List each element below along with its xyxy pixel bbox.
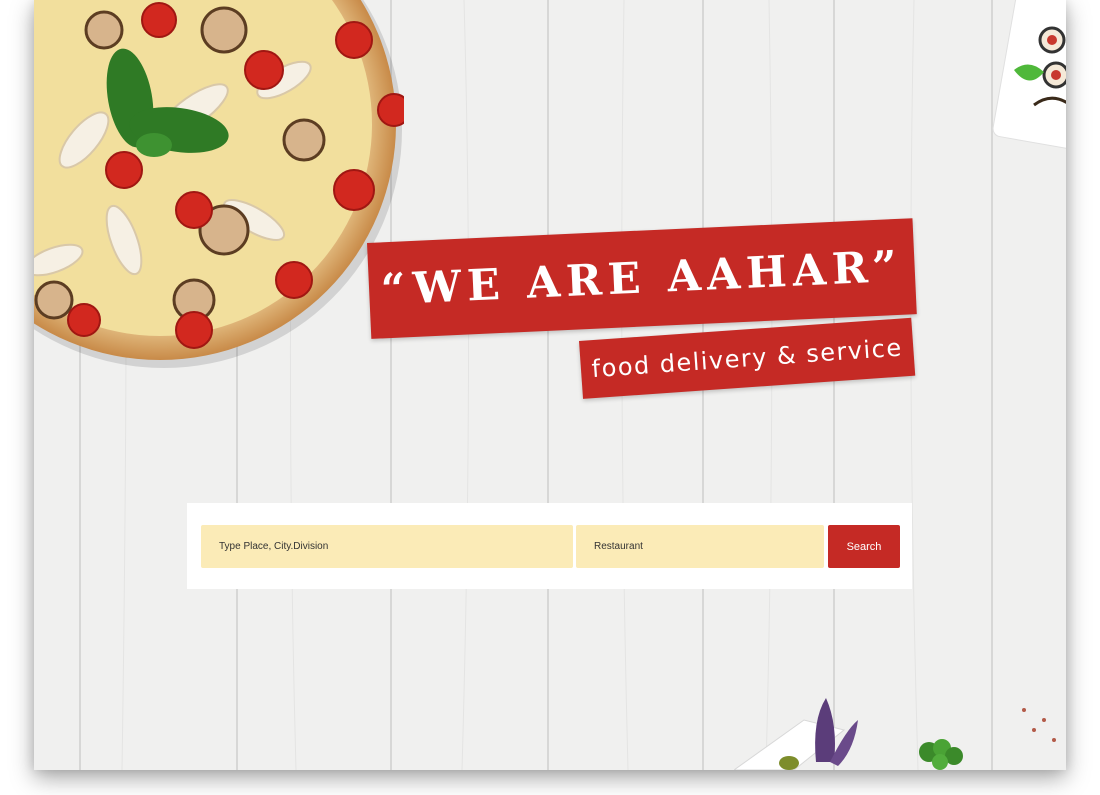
herb-garnish-image: [734, 698, 1056, 770]
search-panel: Search: [187, 503, 912, 589]
place-search-input[interactable]: [201, 525, 573, 568]
hero-tagline-text: food delivery & service: [590, 333, 904, 384]
pizza-image: [34, 0, 404, 368]
sushi-plate-image: [992, 0, 1066, 150]
landing-page: “WE ARE AAHAR” food delivery & service S…: [34, 0, 1066, 770]
hero-headline-text: “WE ARE AAHAR”: [379, 241, 904, 316]
restaurant-search-input[interactable]: [576, 525, 824, 568]
search-button[interactable]: Search: [828, 525, 900, 568]
